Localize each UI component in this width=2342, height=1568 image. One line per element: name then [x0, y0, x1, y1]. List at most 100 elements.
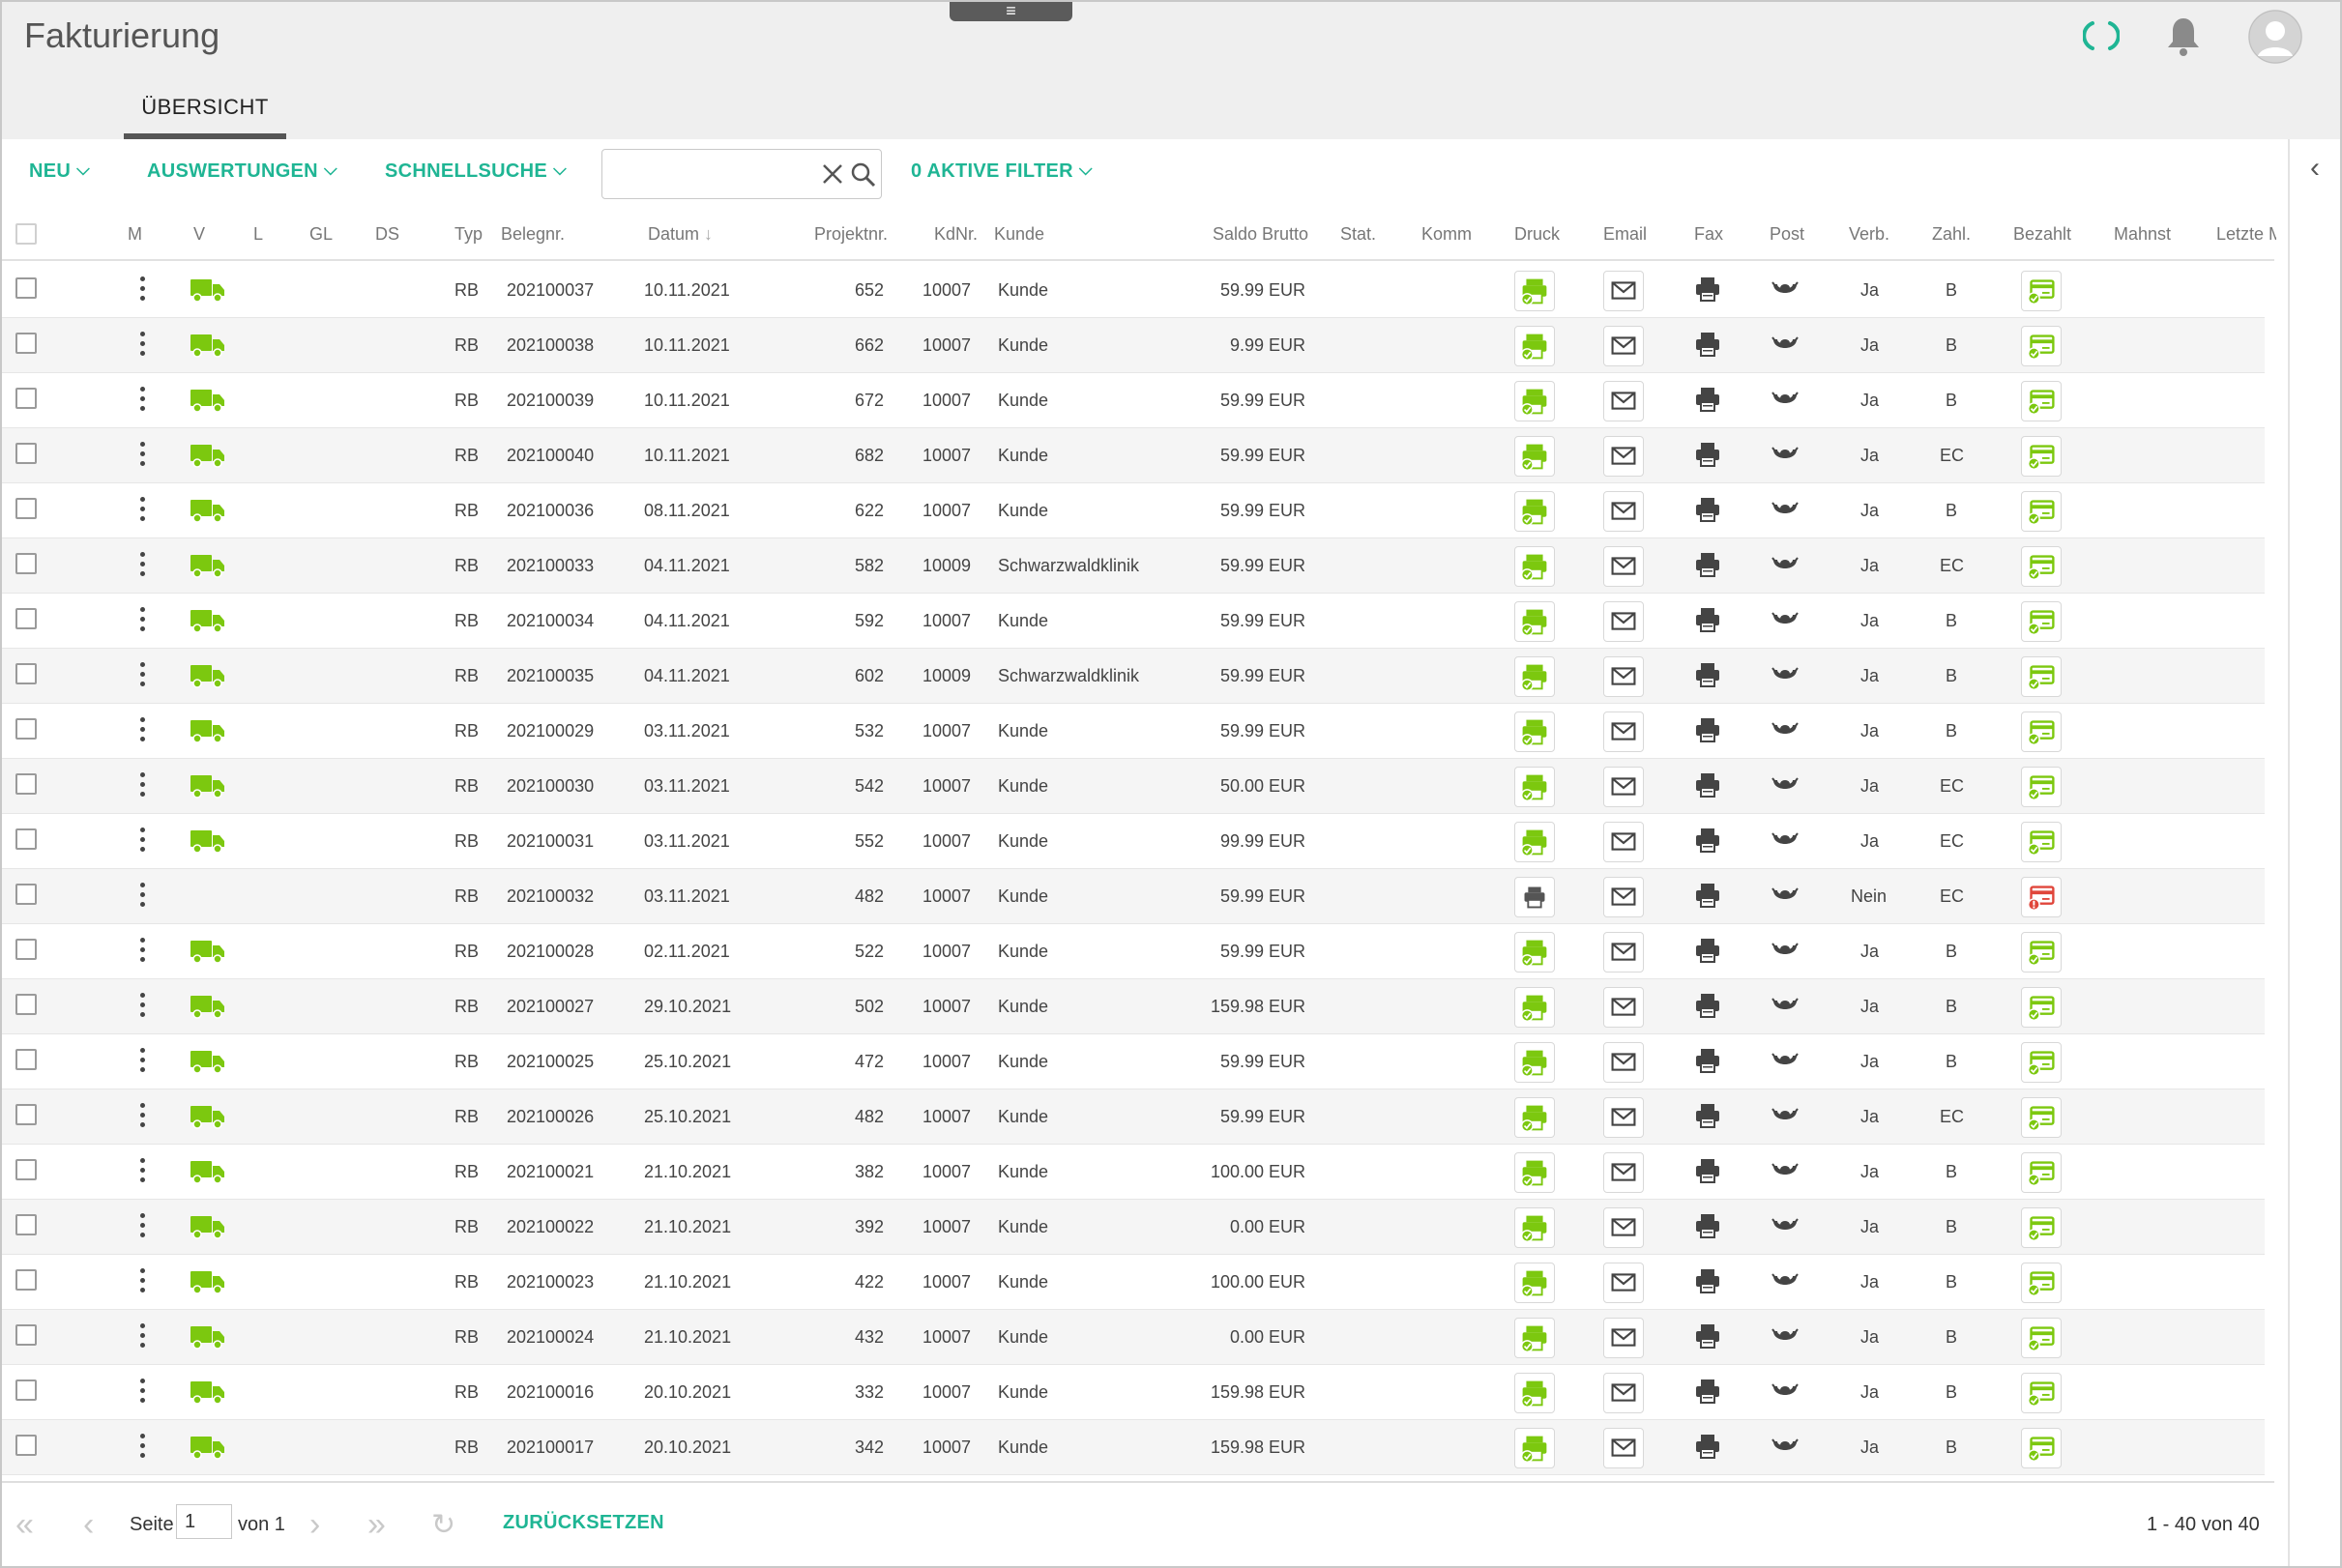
- fax-printer-icon[interactable]: [1692, 1046, 1723, 1075]
- row-checkbox[interactable]: [15, 1049, 37, 1070]
- post-horn-icon[interactable]: [1770, 275, 1800, 304]
- table-row[interactable]: RB 202100032 03.11.2021 482 10007 Kunde 59.99 …: [2, 869, 2265, 924]
- table-row[interactable]: RB 202100036 08.11.2021 622 10007 Kunde 59.99 …: [2, 483, 2265, 538]
- fax-printer-icon[interactable]: [1692, 1321, 1723, 1350]
- row-menu-kebab-icon[interactable]: [137, 662, 147, 691]
- row-checkbox[interactable]: [15, 1104, 37, 1125]
- fax-printer-icon[interactable]: [1692, 550, 1723, 579]
- post-horn-icon[interactable]: [1770, 605, 1800, 634]
- row-checkbox[interactable]: [15, 1324, 37, 1346]
- table-row[interactable]: RB 202100039 10.11.2021 672 10007 Kunde 59.99 …: [2, 373, 2265, 428]
- paid-status-icon[interactable]: [2021, 932, 2062, 973]
- row-menu-kebab-icon[interactable]: [137, 607, 147, 636]
- table-row[interactable]: RB 202100027 29.10.2021 502 10007 Kunde 159.98…: [2, 979, 2265, 1034]
- printed-ok-icon[interactable]: [1514, 822, 1555, 862]
- post-horn-icon[interactable]: [1770, 715, 1800, 744]
- row-menu-kebab-icon[interactable]: [137, 276, 147, 305]
- column-header-ds[interactable]: DS: [375, 224, 399, 245]
- printed-ok-icon[interactable]: [1514, 546, 1555, 587]
- fax-printer-icon[interactable]: [1692, 770, 1723, 799]
- email-icon[interactable]: [1603, 1152, 1644, 1193]
- column-header-projektnr[interactable]: Projektnr.: [814, 224, 888, 245]
- new-menu-button[interactable]: NEU ⌵: [29, 160, 90, 183]
- table-row[interactable]: RB 202100038 10.11.2021 662 10007 Kunde 9.99 E…: [2, 318, 2265, 373]
- fax-printer-icon[interactable]: [1692, 1156, 1723, 1185]
- printed-ok-icon[interactable]: [1514, 1207, 1555, 1248]
- row-checkbox[interactable]: [15, 994, 37, 1015]
- post-horn-icon[interactable]: [1770, 1266, 1800, 1295]
- email-icon[interactable]: [1603, 1097, 1644, 1138]
- table-row[interactable]: RB 202100029 03.11.2021 532 10007 Kunde 59.99 …: [2, 704, 2265, 759]
- printed-ok-icon[interactable]: [1514, 932, 1555, 973]
- post-horn-icon[interactable]: [1770, 330, 1800, 359]
- row-menu-kebab-icon[interactable]: [137, 1103, 147, 1132]
- paid-status-icon[interactable]: [2021, 822, 2062, 862]
- column-header-zahl[interactable]: Zahl.: [1932, 224, 1971, 245]
- printed-ok-icon[interactable]: [1514, 656, 1555, 697]
- first-page-icon[interactable]: «: [15, 1506, 34, 1544]
- table-row[interactable]: RB 202100021 21.10.2021 382 10007 Kunde 100.00…: [2, 1145, 2265, 1200]
- paid-status-icon[interactable]: [2021, 601, 2062, 642]
- column-header-fax[interactable]: Fax: [1694, 224, 1723, 245]
- row-menu-kebab-icon[interactable]: [137, 332, 147, 361]
- email-icon[interactable]: [1603, 1263, 1644, 1303]
- row-menu-kebab-icon[interactable]: [137, 1158, 147, 1187]
- table-row[interactable]: RB 202100040 10.11.2021 682 10007 Kunde 59.99 …: [2, 428, 2265, 483]
- fax-printer-icon[interactable]: [1692, 330, 1723, 359]
- table-row[interactable]: RB 202100022 21.10.2021 392 10007 Kunde 0.00 E…: [2, 1200, 2265, 1255]
- email-icon[interactable]: [1603, 1207, 1644, 1248]
- column-header-mahnst[interactable]: Mahnst: [2114, 224, 2171, 245]
- fax-printer-icon[interactable]: [1692, 826, 1723, 855]
- row-menu-kebab-icon[interactable]: [137, 772, 147, 801]
- post-horn-icon[interactable]: [1770, 495, 1800, 524]
- printed-ok-icon[interactable]: [1514, 1373, 1555, 1413]
- printed-ok-icon[interactable]: [1514, 1097, 1555, 1138]
- email-icon[interactable]: [1603, 877, 1644, 917]
- row-menu-kebab-icon[interactable]: [137, 883, 147, 912]
- row-checkbox[interactable]: [15, 553, 37, 574]
- row-checkbox[interactable]: [15, 773, 37, 795]
- column-header-typ[interactable]: Typ: [454, 224, 483, 245]
- printed-ok-icon[interactable]: [1514, 1042, 1555, 1083]
- next-page-icon[interactable]: ›: [309, 1506, 320, 1544]
- row-menu-kebab-icon[interactable]: [137, 387, 147, 416]
- paid-status-icon[interactable]: [2021, 987, 2062, 1028]
- search-icon[interactable]: [850, 160, 877, 189]
- post-horn-icon[interactable]: [1770, 826, 1800, 855]
- fax-printer-icon[interactable]: [1692, 1101, 1723, 1130]
- paid-status-icon[interactable]: [2021, 1152, 2062, 1193]
- email-icon[interactable]: [1603, 822, 1644, 862]
- paid-status-icon[interactable]: [2021, 711, 2062, 752]
- fax-printer-icon[interactable]: [1692, 275, 1723, 304]
- fax-printer-icon[interactable]: [1692, 440, 1723, 469]
- column-header-l[interactable]: L: [253, 224, 263, 245]
- email-icon[interactable]: [1603, 436, 1644, 477]
- row-checkbox[interactable]: [15, 443, 37, 464]
- search-input[interactable]: [612, 160, 805, 189]
- printed-ok-icon[interactable]: [1514, 767, 1555, 807]
- notification-bell-icon[interactable]: [2164, 15, 2203, 58]
- fax-printer-icon[interactable]: [1692, 715, 1723, 744]
- printed-ok-icon[interactable]: [1514, 271, 1555, 311]
- post-horn-icon[interactable]: [1770, 1211, 1800, 1240]
- reports-menu-button[interactable]: AUSWERTUNGEN ⌵: [147, 160, 337, 183]
- email-icon[interactable]: [1603, 1373, 1644, 1413]
- email-icon[interactable]: [1603, 767, 1644, 807]
- column-header-saldo[interactable]: Saldo Brutto: [1213, 224, 1308, 245]
- fax-printer-icon[interactable]: [1692, 1211, 1723, 1240]
- row-checkbox[interactable]: [15, 1269, 37, 1291]
- row-checkbox[interactable]: [15, 608, 37, 629]
- post-horn-icon[interactable]: [1770, 1101, 1800, 1130]
- row-menu-kebab-icon[interactable]: [137, 1213, 147, 1242]
- clear-search-icon[interactable]: [819, 160, 846, 189]
- printed-ok-icon[interactable]: [1514, 1318, 1555, 1358]
- table-row[interactable]: RB 202100030 03.11.2021 542 10007 Kunde 50.00 …: [2, 759, 2265, 814]
- email-icon[interactable]: [1603, 656, 1644, 697]
- column-header-m[interactable]: M: [128, 224, 142, 245]
- table-row[interactable]: RB 202100016 20.10.2021 332 10007 Kunde 159.98…: [2, 1365, 2265, 1420]
- user-avatar[interactable]: [2248, 10, 2302, 64]
- column-header-komm[interactable]: Komm: [1421, 224, 1472, 245]
- row-menu-kebab-icon[interactable]: [137, 1434, 147, 1463]
- post-horn-icon[interactable]: [1770, 440, 1800, 469]
- post-horn-icon[interactable]: [1770, 1156, 1800, 1185]
